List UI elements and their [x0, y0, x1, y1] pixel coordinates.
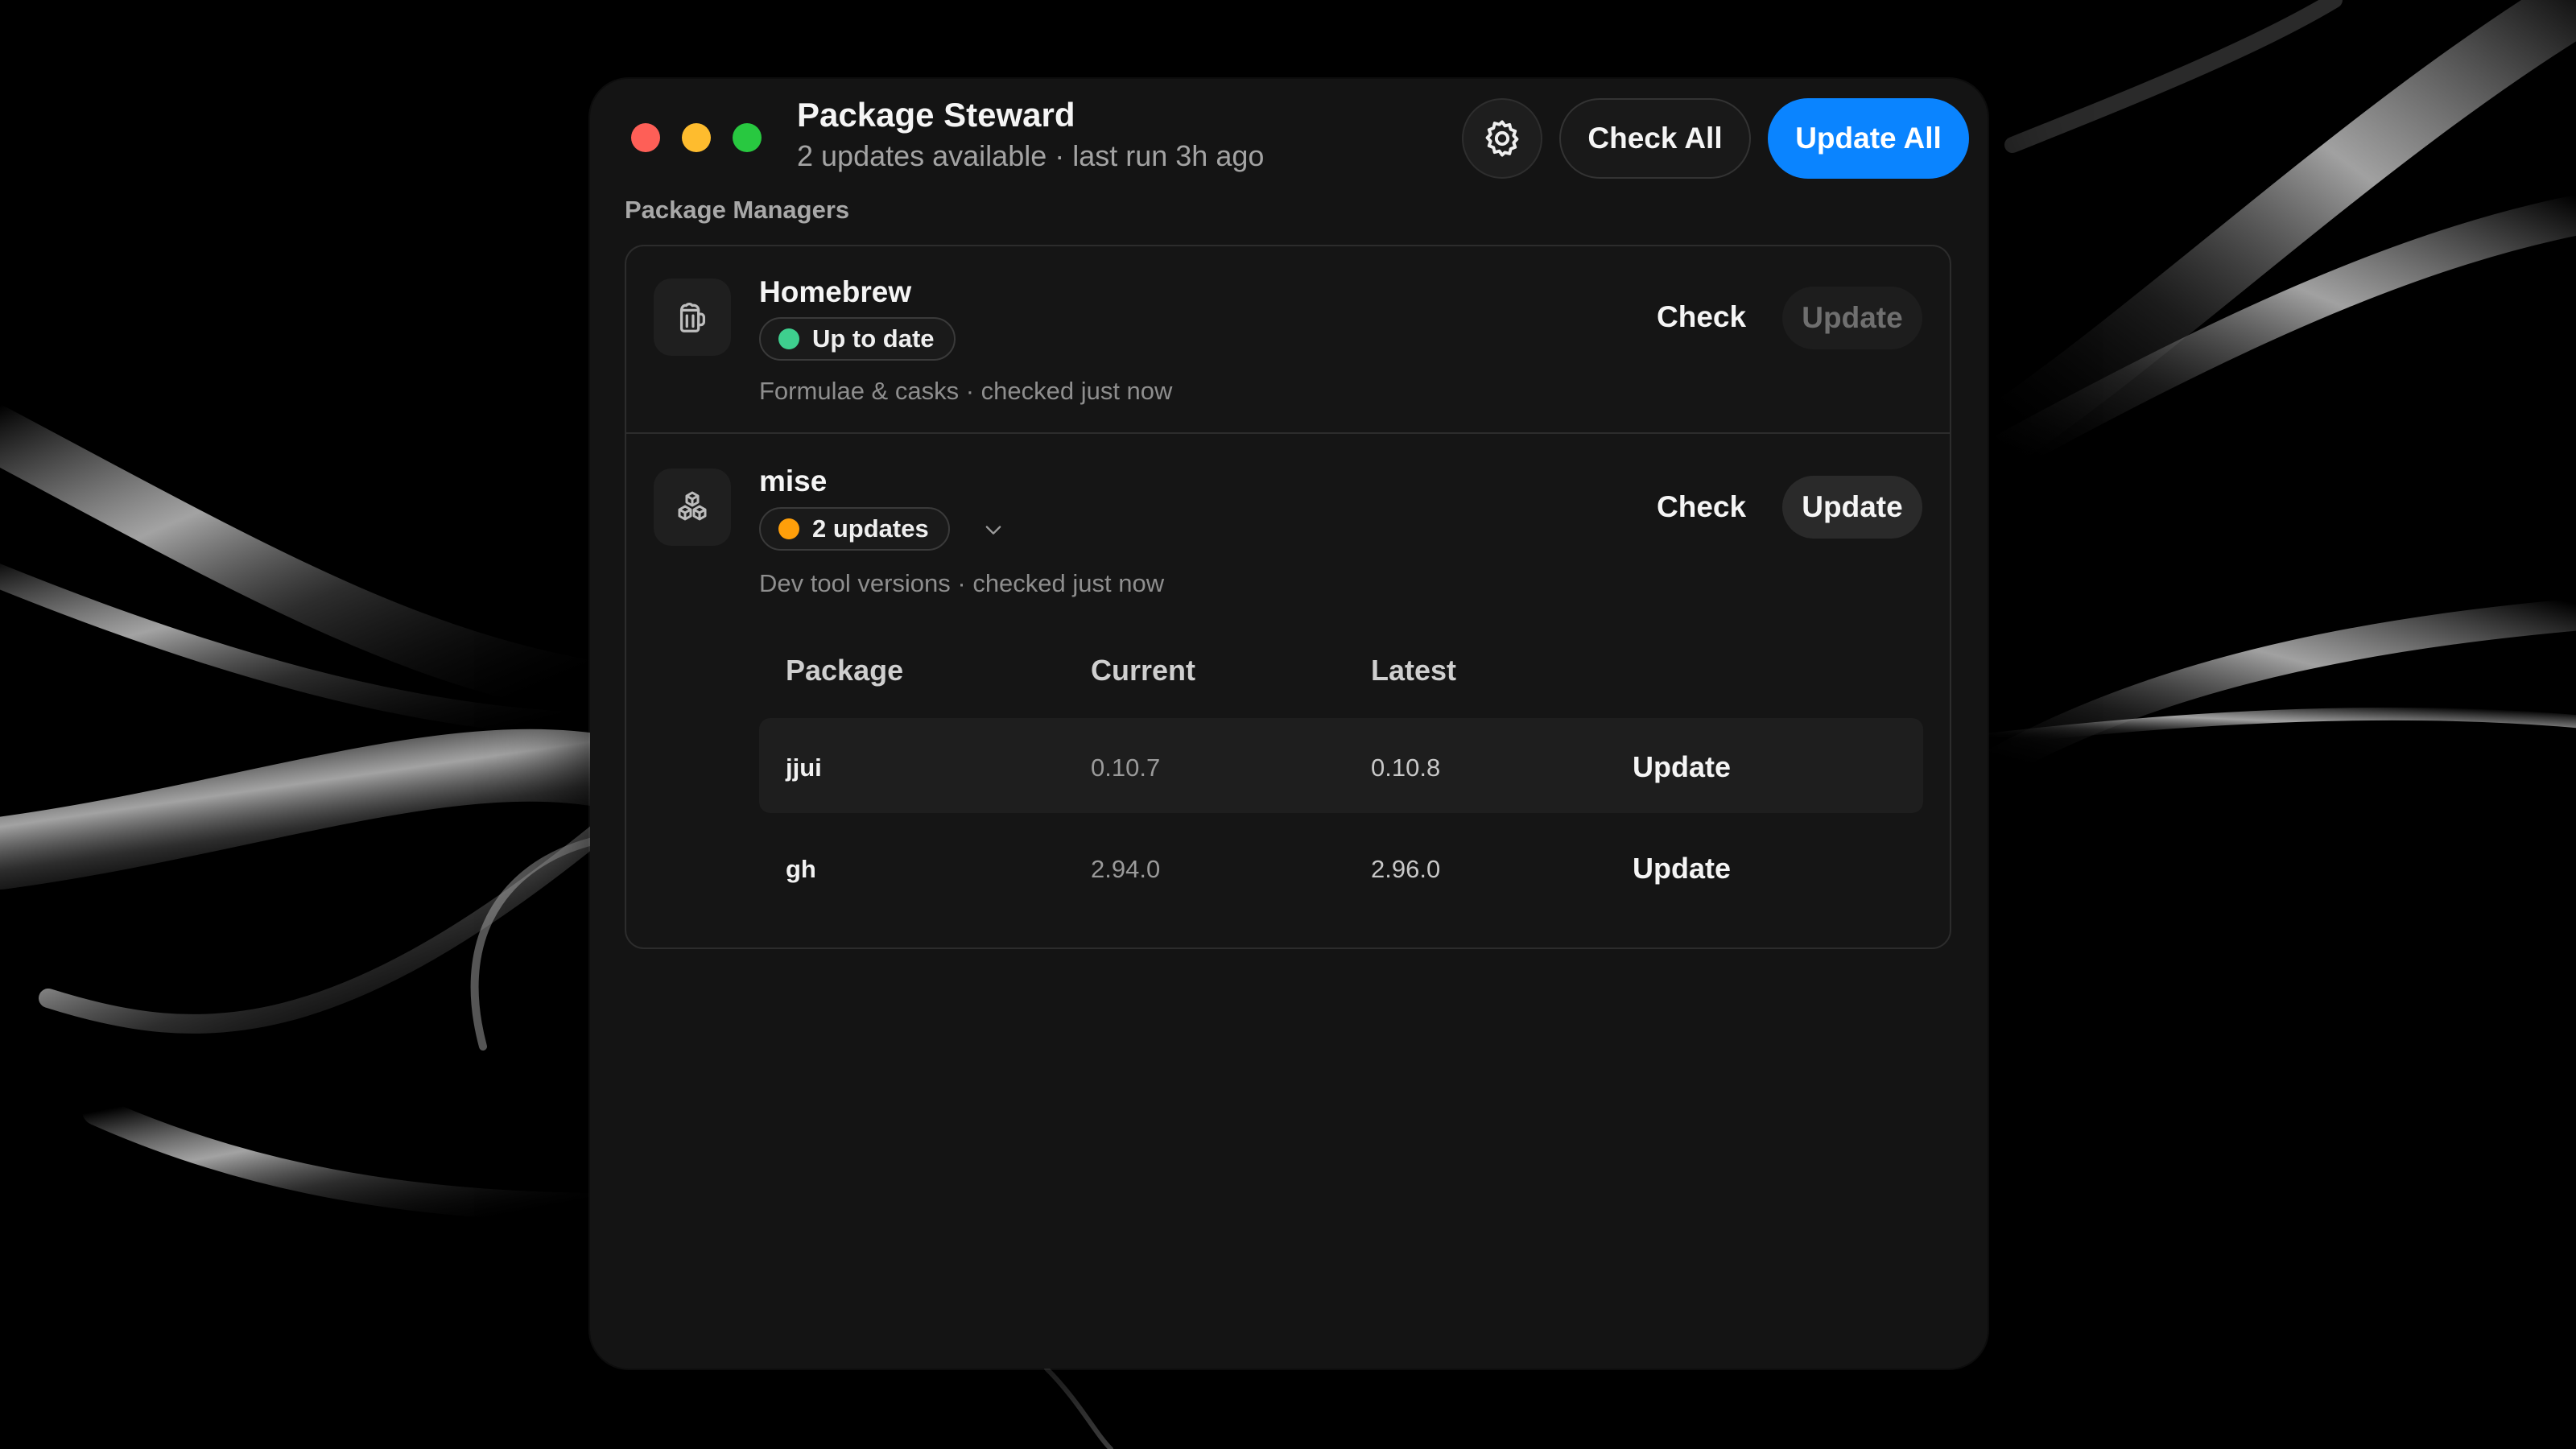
mise-check-button[interactable]: Check [1657, 490, 1746, 524]
row-update-button[interactable]: Update [1633, 750, 1731, 784]
row-update-button[interactable]: Update [1633, 852, 1731, 886]
minimize-window-button[interactable] [682, 123, 711, 152]
status-dot [778, 518, 799, 539]
package-name: gh [786, 855, 816, 883]
manager-name: mise [759, 464, 828, 497]
manager-name: Homebrew [759, 275, 912, 308]
app-subtitle: 2 updates available · last run 3h ago [797, 139, 1265, 172]
manager-description: Formulae & casks · checked just now [759, 377, 1173, 405]
cubes-icon [678, 491, 707, 521]
current-version: 0.10.7 [1091, 753, 1161, 782]
current-version: 2.94.0 [1091, 855, 1161, 883]
latest-version: 0.10.8 [1371, 753, 1441, 782]
update-all-button[interactable]: Update All [1768, 98, 1969, 179]
mise-icon-tile [654, 469, 731, 546]
column-header-latest: Latest [1371, 654, 1457, 687]
close-window-button[interactable] [631, 123, 660, 152]
app-title: Package Steward [797, 96, 1075, 134]
column-header-package: Package [786, 654, 904, 687]
table-row [759, 718, 1923, 813]
manager-description: Dev tool versions · checked just now [759, 569, 1165, 597]
package-name: jjui [786, 753, 822, 782]
section-label: Package Managers [625, 196, 850, 224]
status-label: 2 updates [812, 514, 929, 543]
gear-icon [1485, 120, 1519, 157]
homebrew-icon-tile [654, 279, 731, 356]
latest-version: 2.96.0 [1371, 855, 1441, 883]
homebrew-update-button[interactable]: Update [1782, 287, 1922, 349]
divider [626, 432, 1950, 434]
status-dot [778, 328, 799, 349]
settings-button[interactable] [1462, 98, 1542, 179]
expand-chevron[interactable] [980, 517, 1006, 543]
check-all-button[interactable]: Check All [1559, 98, 1751, 179]
chevron-down-icon [985, 526, 1001, 535]
status-badge: Up to date [759, 317, 956, 361]
homebrew-check-button[interactable]: Check [1657, 300, 1746, 334]
column-header-current: Current [1091, 654, 1196, 687]
zoom-window-button[interactable] [733, 123, 762, 152]
status-badge: 2 updates [759, 507, 950, 551]
mise-update-button[interactable]: Update [1782, 476, 1922, 539]
status-label: Up to date [812, 324, 935, 353]
beer-mug-icon [679, 302, 706, 332]
